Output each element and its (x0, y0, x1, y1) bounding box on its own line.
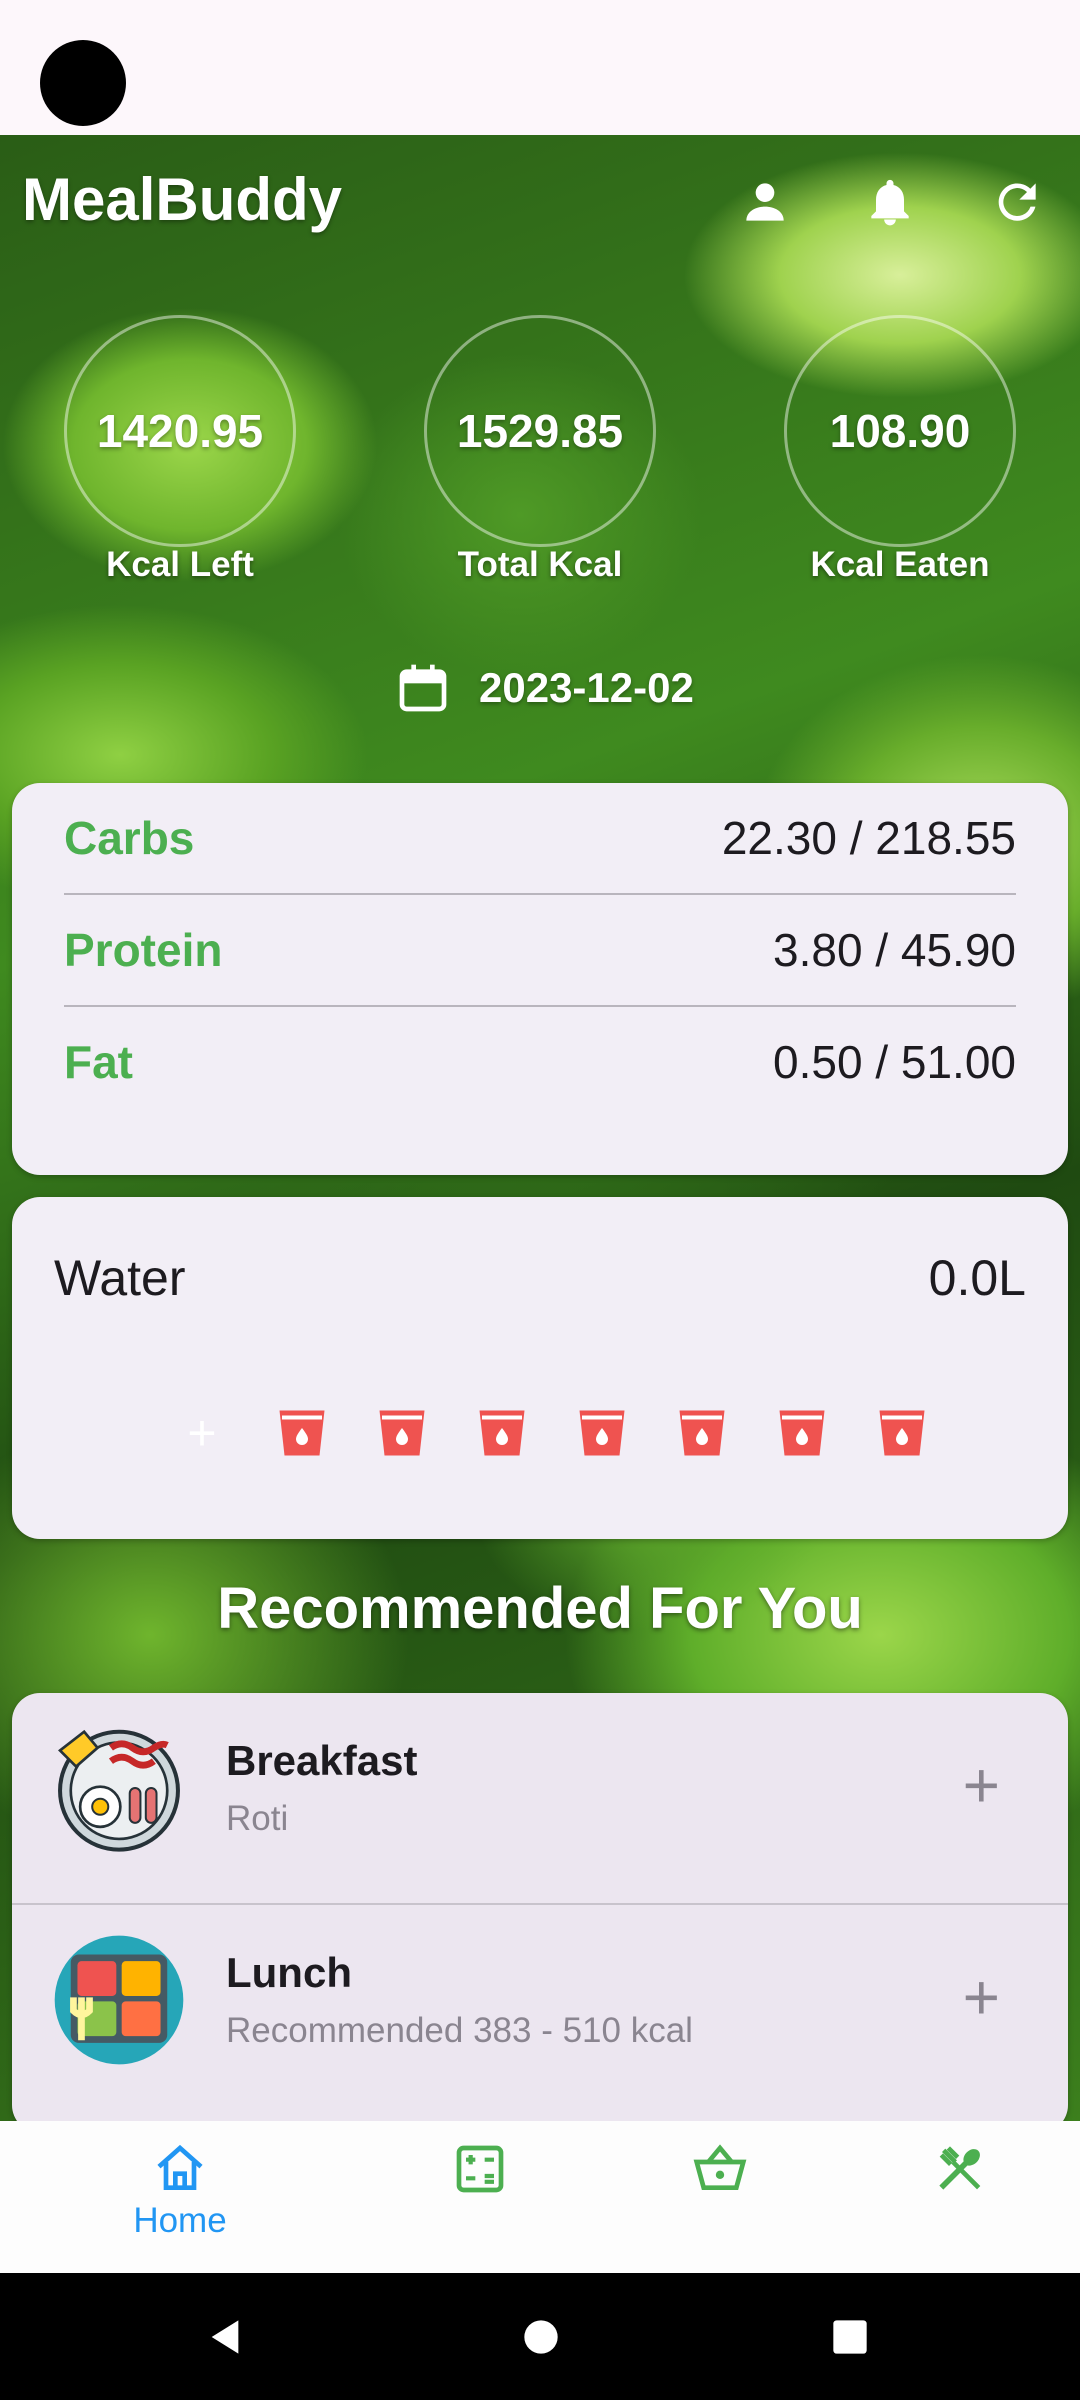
app-title: MealBuddy (22, 166, 343, 233)
status-bar (0, 0, 1080, 135)
macro-value: 3.80 / 45.90 (773, 924, 1016, 976)
nav-basket[interactable] (640, 2141, 800, 2197)
nav-home[interactable]: Home (100, 2141, 260, 2241)
kcal-eaten-stat: 108.90 Kcal Eaten (782, 315, 1018, 585)
basket-icon (693, 2144, 747, 2190)
macro-value: 22.30 / 218.55 (721, 812, 1016, 864)
kcal-left-value: 1420.95 (64, 315, 296, 547)
utensils-icon (939, 2146, 981, 2190)
camera-cutout (40, 40, 126, 126)
macro-row-protein: Protein 3.80 / 45.90 (64, 895, 1016, 1007)
calendar-icon (399, 664, 447, 712)
macro-name: Carbs (64, 812, 195, 864)
nav-meals[interactable] (880, 2141, 1040, 2197)
date-selector[interactable]: 2023-12-02 (395, 655, 694, 721)
water-glass-icon[interactable] (872, 1403, 932, 1463)
water-glass-icon[interactable] (372, 1403, 432, 1463)
kcal-eaten-value: 108.90 (784, 315, 1016, 547)
meal-subtitle: Recommended 383 - 510 kcal (226, 2011, 693, 2050)
back-icon[interactable] (205, 2317, 245, 2357)
water-title: Water (54, 1250, 186, 1306)
add-meal-button[interactable]: + (963, 1965, 1000, 2029)
macro-value: 0.50 / 51.00 (773, 1036, 1016, 1088)
total-kcal-stat: 1529.85 Total Kcal (422, 315, 658, 585)
meal-name: Lunch (226, 1949, 352, 1996)
water-glass-icon[interactable] (672, 1403, 732, 1463)
nav-home-label: Home (133, 2201, 227, 2240)
water-glass-icon[interactable] (472, 1403, 532, 1463)
macro-row-carbs: Carbs 22.30 / 218.55 (64, 783, 1016, 895)
system-navigation-bar (0, 2273, 1080, 2400)
macro-name: Fat (64, 1036, 133, 1088)
total-kcal-value: 1529.85 (424, 315, 656, 547)
water-card: Water 0.0L + (12, 1197, 1068, 1539)
meal-row-breakfast[interactable]: Breakfast Roti + (12, 1693, 1068, 1923)
refresh-icon[interactable] (985, 170, 1049, 234)
add-meal-button[interactable]: + (963, 1753, 1000, 1817)
bottom-navigation: Home (0, 2121, 1080, 2273)
macro-name: Protein (64, 924, 223, 976)
meal-row-lunch[interactable]: Lunch Recommended 383 - 510 kcal + (12, 1903, 1068, 2133)
meal-subtitle: Roti (226, 1799, 289, 1838)
person-icon[interactable] (733, 170, 797, 234)
lunch-box-icon (54, 1935, 184, 2065)
add-water-button[interactable]: + (172, 1403, 232, 1463)
date-text: 2023-12-02 (479, 664, 694, 711)
kcal-left-label: Kcal Left (106, 545, 254, 584)
recents-icon[interactable] (830, 2317, 870, 2357)
total-kcal-label: Total Kcal (457, 545, 623, 584)
app-bar: MealBuddy (0, 135, 1080, 265)
bell-icon[interactable] (858, 170, 922, 234)
kcal-eaten-label: Kcal Eaten (810, 545, 990, 584)
water-glass-icon[interactable] (572, 1403, 632, 1463)
breakfast-plate-icon (58, 1729, 180, 1852)
water-glasses: + (172, 1403, 932, 1463)
water-glass-icon[interactable] (272, 1403, 332, 1463)
home-system-icon[interactable] (521, 2317, 561, 2357)
water-amount: 0.0L (928, 1250, 1026, 1306)
recommended-title: Recommended For You (217, 1576, 863, 1641)
water-glass-icon[interactable] (772, 1403, 832, 1463)
meal-name: Breakfast (226, 1737, 418, 1784)
meals-card: Breakfast Roti + Lunch Recommended 383 -… (12, 1693, 1068, 2133)
macros-card: Carbs 22.30 / 218.55 Protein 3.80 / 45.9… (12, 783, 1068, 1175)
calculator-icon (456, 2145, 504, 2193)
macro-row-fat: Fat 0.50 / 51.00 (64, 1007, 1016, 1117)
kcal-left-stat: 1420.95 Kcal Left (62, 315, 298, 585)
nav-calculator[interactable] (400, 2141, 560, 2197)
home-icon (157, 2144, 203, 2190)
